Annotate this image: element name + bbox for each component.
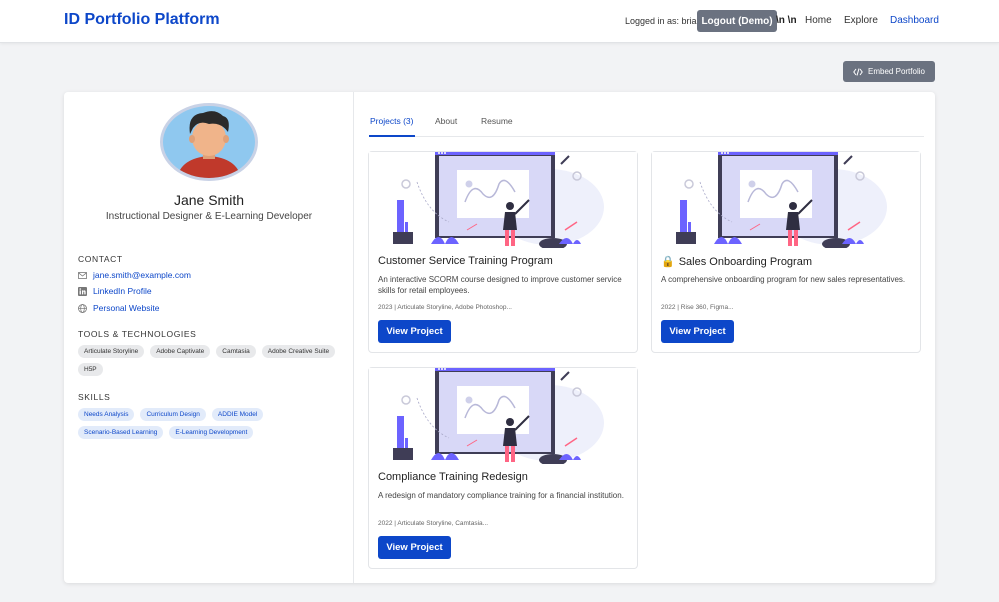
project-illustration — [369, 368, 637, 464]
skill-tag: Curriculum Design — [140, 408, 206, 421]
profile-name: Jane Smith — [173, 192, 245, 208]
top-navbar: ID Portfolio Platform Logged in as: bria… — [0, 0, 999, 43]
embed-portfolio-label: Embed Portfolio — [868, 67, 925, 76]
avatar — [160, 103, 258, 181]
project-illustration — [369, 152, 637, 248]
logged-in-status: Logged in as: brian — [625, 16, 702, 26]
skills-list: Needs Analysis Curriculum Design ADDIE M… — [78, 408, 343, 439]
contact-email[interactable]: jane.smith@example.com — [78, 270, 191, 280]
view-project-button[interactable]: View Project — [378, 536, 451, 559]
project-meta: 2022 | Articulate Storyline, Camtasia... — [378, 520, 489, 527]
tool-tag: Articulate Storyline — [78, 345, 145, 358]
stray-text: \n \n — [776, 15, 797, 26]
skill-tag: Scenario-Based Learning — [78, 426, 164, 439]
code-icon — [853, 67, 863, 76]
tool-tag: Adobe Creative Suite — [261, 345, 336, 358]
nav-explore[interactable]: Explore — [844, 15, 878, 26]
project-description: A redesign of mandatory compliance train… — [378, 491, 624, 500]
project-description: A comprehensive onboarding program for n… — [661, 275, 906, 284]
contact-website-text: Personal Website — [93, 303, 160, 313]
project-card: Customer Service Training Program An int… — [368, 151, 638, 353]
tool-tag: Adobe Captivate — [150, 345, 211, 358]
nav-home[interactable]: Home — [805, 15, 832, 26]
profile-sidebar: Jane Smith Instructional Designer & E-Le… — [64, 92, 354, 583]
contact-heading: CONTACT — [78, 254, 123, 264]
project-card: 🔒 Sales Onboarding Program A comprehensi… — [651, 151, 921, 353]
project-illustration — [652, 152, 920, 248]
skills-heading: SKILLS — [78, 392, 111, 402]
project-title: Customer Service Training Program — [378, 255, 553, 267]
tab-projects[interactable]: Projects (3) — [370, 116, 413, 126]
portfolio-panel: Jane Smith Instructional Designer & E-Le… — [64, 92, 935, 583]
linkedin-icon — [78, 286, 87, 296]
tools-heading: TOOLS & TECHNOLOGIES — [78, 329, 197, 339]
project-card: Compliance Training Redesign A redesign … — [368, 367, 638, 569]
embed-portfolio-button[interactable]: Embed Portfolio — [843, 61, 935, 82]
skill-tag: Needs Analysis — [78, 408, 135, 421]
tool-tag: H5P — [78, 363, 103, 376]
skill-tag: ADDIE Model — [211, 408, 264, 421]
tab-about[interactable]: About — [435, 116, 457, 126]
tool-tag: Camtasia — [216, 345, 256, 358]
project-title: Compliance Training Redesign — [378, 471, 528, 483]
project-meta: 2022 | Rise 360, Figma... — [661, 304, 734, 311]
view-project-button[interactable]: View Project — [661, 320, 734, 343]
mail-icon — [78, 271, 87, 279]
tools-list: Articulate Storyline Adobe Captivate Cam… — [78, 345, 343, 376]
brand-logo[interactable]: ID Portfolio Platform — [64, 11, 220, 29]
contact-linkedin[interactable]: LinkedIn Profile — [78, 286, 152, 296]
logout-button[interactable]: Logout (Demo) — [697, 10, 777, 32]
project-description: An interactive SCORM course designed to … — [378, 275, 622, 295]
lock-icon: 🔒 — [661, 256, 675, 268]
globe-icon — [78, 303, 87, 313]
portfolio-tabs: Projects (3) About Resume — [369, 112, 924, 137]
project-meta: 2023 | Articulate Storyline, Adobe Photo… — [378, 304, 512, 311]
contact-website[interactable]: Personal Website — [78, 303, 159, 313]
nav-dashboard[interactable]: Dashboard — [890, 15, 939, 26]
contact-linkedin-text: LinkedIn Profile — [93, 286, 152, 296]
active-tab-indicator — [369, 135, 415, 137]
profile-title: Instructional Designer & E-Learning Deve… — [105, 211, 313, 222]
skill-tag: E-Learning Development — [169, 426, 254, 439]
tab-resume[interactable]: Resume — [481, 116, 513, 126]
contact-email-text: jane.smith@example.com — [93, 270, 191, 280]
project-title: 🔒 Sales Onboarding Program — [661, 255, 812, 269]
view-project-button[interactable]: View Project — [378, 320, 451, 343]
project-title-text: Sales Onboarding Program — [678, 255, 812, 268]
